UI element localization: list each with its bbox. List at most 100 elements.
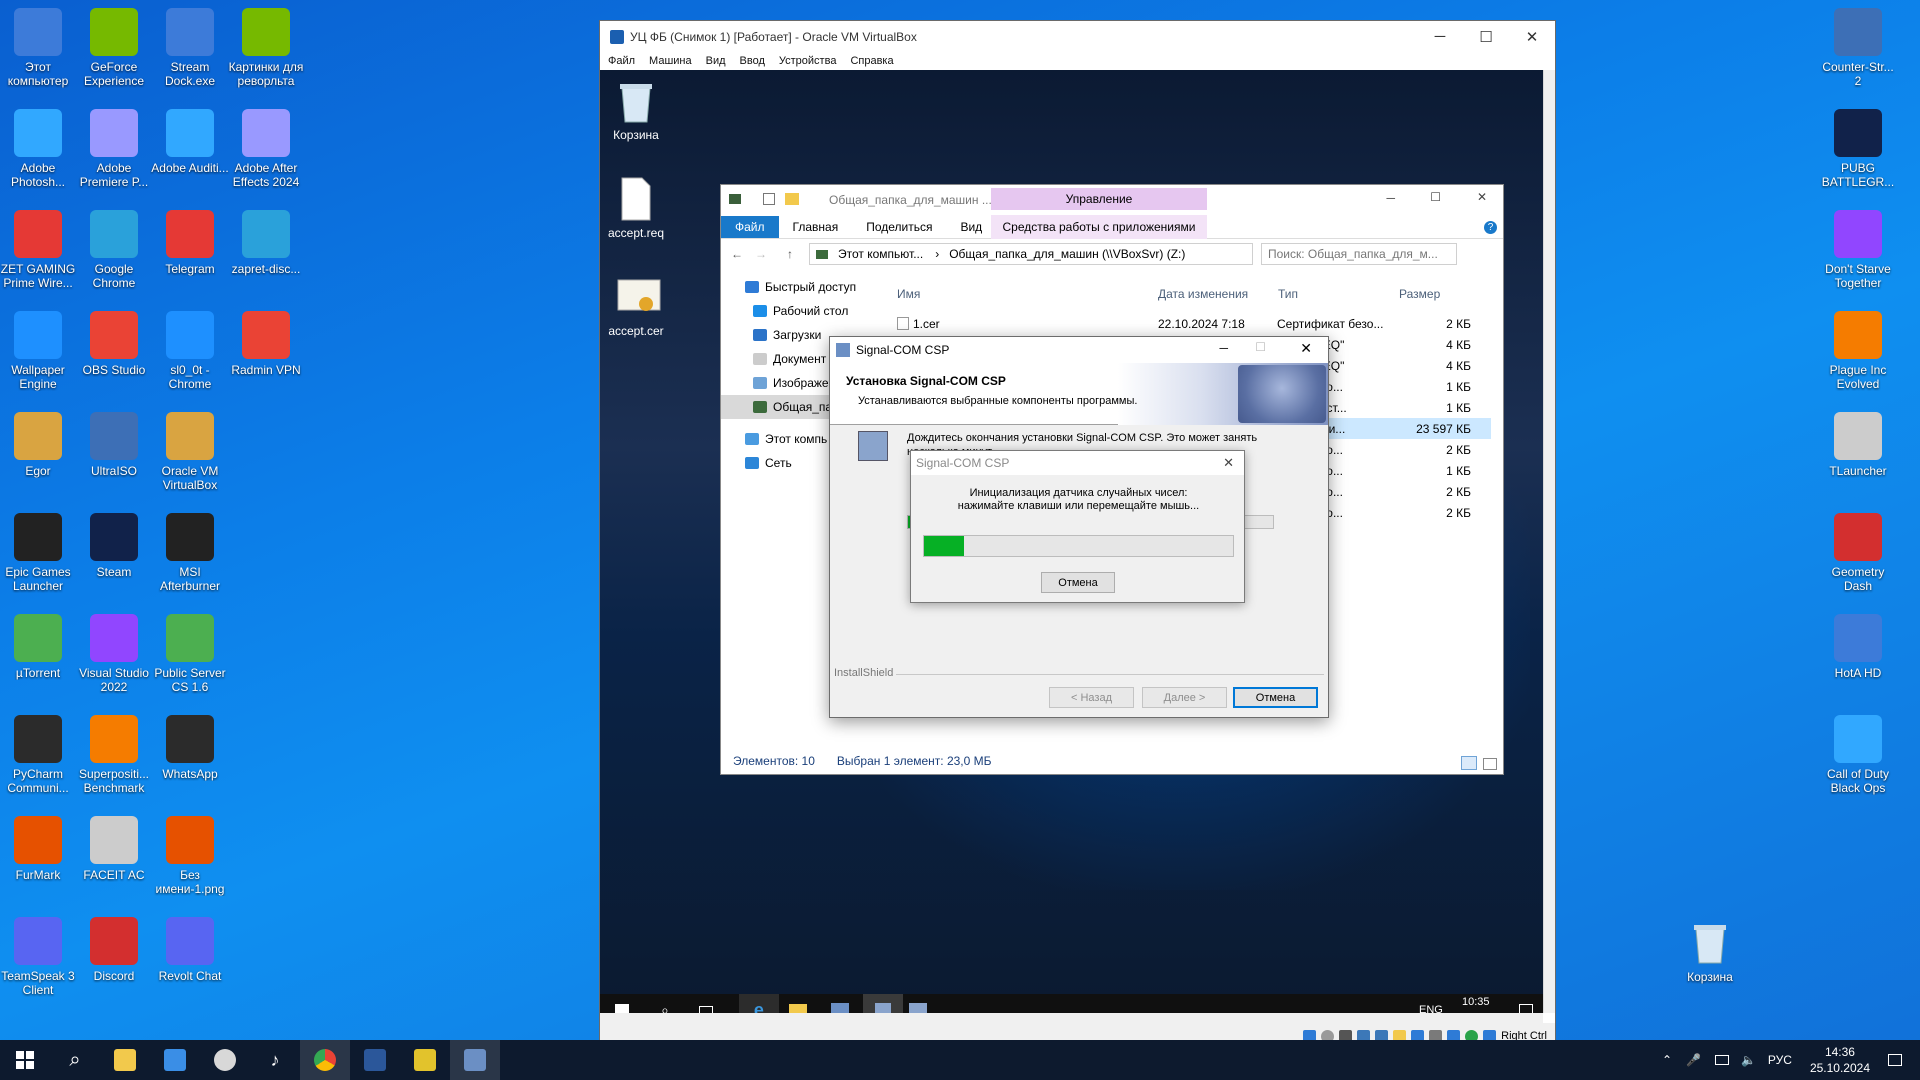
- microphone-icon[interactable]: 🎤: [1686, 1053, 1701, 1067]
- tab-view[interactable]: Вид: [946, 216, 996, 238]
- guest-tray-time[interactable]: 10:35: [1462, 996, 1490, 1008]
- start-icon[interactable]: [615, 1003, 629, 1013]
- forward-arrow-icon[interactable]: →: [755, 247, 771, 261]
- close-button[interactable]: ✕: [1509, 21, 1555, 52]
- signal-taskbar-icon[interactable]: [862, 994, 903, 1013]
- taskbar-explorer[interactable]: [100, 1040, 150, 1080]
- desktop-icon[interactable]: Plague Inc Evolved: [1818, 305, 1898, 401]
- desktop-icon[interactable]: OBS Studio: [74, 305, 154, 401]
- desktop-icon[interactable]: Superpositi... Benchmark: [74, 709, 154, 805]
- properties-icon[interactable]: [763, 193, 775, 205]
- guest-tray-lang[interactable]: ENG: [1419, 1004, 1443, 1013]
- task-view-icon[interactable]: [698, 1005, 713, 1013]
- address-bar[interactable]: Этот компьют... › Общая_папка_для_машин …: [809, 243, 1253, 265]
- rng-cancel-button[interactable]: Отмена: [1041, 572, 1115, 593]
- desktop-icon[interactable]: TLauncher: [1818, 406, 1898, 502]
- desktop-icon[interactable]: MSI Afterburner: [150, 507, 230, 603]
- taskbar-word[interactable]: [350, 1040, 400, 1080]
- desktop-icon[interactable]: Без имени-1.png: [150, 810, 230, 906]
- column-name[interactable]: Имя: [897, 287, 920, 307]
- taskbar-app-2[interactable]: [150, 1040, 200, 1080]
- desktop-icon[interactable]: FurMark: [0, 810, 78, 906]
- desktop-icon[interactable]: Telegram: [150, 204, 230, 300]
- start-button[interactable]: [0, 1040, 50, 1080]
- vertical-scrollbar[interactable]: [1543, 70, 1555, 1013]
- desktop-icon-recycle-bin[interactable]: Корзина: [1670, 912, 1750, 1008]
- guest-icon-recycle-bin[interactable]: Корзина: [600, 78, 674, 142]
- column-size[interactable]: Размер: [1399, 287, 1440, 307]
- menu-machine[interactable]: Машина: [649, 55, 692, 67]
- desktop-icon[interactable]: Egor: [0, 406, 78, 502]
- back-arrow-icon[interactable]: ←: [731, 247, 747, 261]
- menu-devices[interactable]: Устройства: [779, 55, 837, 67]
- desktop-icon[interactable]: Wallpaper Engine: [0, 305, 78, 401]
- menu-view[interactable]: Вид: [706, 55, 726, 67]
- desktop-icon[interactable]: Public Server CS 1.6: [150, 608, 230, 704]
- tray-chevron-icon[interactable]: ⌃: [1662, 1053, 1672, 1067]
- desktop-icon[interactable]: sl0_0t - Chrome: [150, 305, 230, 401]
- clock[interactable]: 14:36 25.10.2024: [1810, 1044, 1870, 1076]
- maximize-button[interactable]: ☐: [1255, 340, 1266, 354]
- taskbar-chrome[interactable]: [300, 1040, 350, 1080]
- desktop-icon[interactable]: ZET GAMING Prime Wire...: [0, 204, 78, 300]
- desktop-icon[interactable]: Geometry Dash: [1818, 507, 1898, 603]
- desktop-icon[interactable]: Adobe Auditi...: [150, 103, 230, 199]
- desktop-icon[interactable]: WhatsApp: [150, 709, 230, 805]
- quick-access-toolbar-icon[interactable]: [729, 194, 741, 204]
- next-button[interactable]: Далее >: [1142, 687, 1227, 708]
- tab-home[interactable]: Главная: [779, 216, 853, 238]
- taskbar-app-9[interactable]: [400, 1040, 450, 1080]
- desktop-icon[interactable]: Oracle VM VirtualBox: [150, 406, 230, 502]
- desktop-icon[interactable]: FACEIT AC: [74, 810, 154, 906]
- signal-taskbar-icon-2[interactable]: [908, 1002, 927, 1013]
- folder-icon[interactable]: [785, 193, 799, 205]
- desktop-icon[interactable]: Google Chrome: [74, 204, 154, 300]
- menu-input[interactable]: Ввод: [740, 55, 765, 67]
- desktop-icon[interactable]: Call of Duty Black Ops: [1818, 709, 1898, 805]
- desktop-icon[interactable]: Counter-Str... 2: [1818, 2, 1898, 98]
- menu-file[interactable]: Файл: [608, 55, 635, 67]
- desktop-icon[interactable]: Radmin VPN: [226, 305, 306, 401]
- desktop-icon[interactable]: Adobe After Effects 2024: [226, 103, 306, 199]
- desktop-icon[interactable]: PUBG BATTLEGR...: [1818, 103, 1898, 199]
- desktop-icon[interactable]: Картинки для реворльта: [226, 2, 306, 98]
- installer-taskbar-icon[interactable]: [830, 1002, 849, 1013]
- search-input[interactable]: Поиск: Общая_папка_для_м...: [1261, 243, 1457, 265]
- guest-icon-accept-cer[interactable]: accept.cer: [600, 274, 674, 338]
- minimize-button[interactable]: ─: [1417, 21, 1463, 52]
- desktop-icon[interactable]: Revolt Chat: [150, 911, 230, 1007]
- tab-share[interactable]: Поделиться: [852, 216, 946, 238]
- breadcrumb-share[interactable]: Общая_папка_для_машин (\\VBoxSvr) (Z:): [949, 247, 1185, 261]
- column-type[interactable]: Тип: [1278, 287, 1298, 307]
- nav-desktop[interactable]: Рабочий стол: [721, 299, 881, 323]
- language-indicator[interactable]: РУС: [1768, 1053, 1792, 1067]
- search-icon[interactable]: ⌕: [661, 1002, 669, 1013]
- desktop-icon[interactable]: Visual Studio 2022: [74, 608, 154, 704]
- back-button[interactable]: < Назад: [1049, 687, 1134, 708]
- desktop-icon[interactable]: GeForce Experience: [74, 2, 154, 98]
- help-icon[interactable]: ?: [1484, 221, 1497, 234]
- tiles-view-icon[interactable]: [1483, 758, 1497, 770]
- desktop-icon[interactable]: Steam: [74, 507, 154, 603]
- desktop-icon[interactable]: TeamSpeak 3 Client: [0, 911, 78, 1007]
- desktop-icon[interactable]: Epic Games Launcher: [0, 507, 78, 603]
- nav-quick-access[interactable]: Быстрый доступ: [721, 275, 881, 299]
- close-button[interactable]: ✕: [1477, 190, 1487, 204]
- file-row[interactable]: 1.cer 22.10.2024 7:18 Сертификат безо... 2 …: [881, 313, 1491, 334]
- tab-file[interactable]: Файл: [721, 216, 779, 238]
- edge-icon[interactable]: e: [738, 994, 779, 1013]
- desktop-icon[interactable]: Don't Starve Together: [1818, 204, 1898, 300]
- desktop-icon[interactable]: µTorrent: [0, 608, 78, 704]
- ribbon-context-header[interactable]: Управление: [991, 188, 1207, 210]
- network-icon[interactable]: [1714, 1055, 1729, 1065]
- minimize-button[interactable]: ─: [1386, 191, 1395, 205]
- up-arrow-icon[interactable]: ↑: [787, 247, 803, 261]
- taskbar-app-3[interactable]: [200, 1040, 250, 1080]
- desktop-icon[interactable]: UltraISO: [74, 406, 154, 502]
- desktop-icon[interactable]: Stream Dock.exe: [150, 2, 230, 98]
- desktop-icon[interactable]: Discord: [74, 911, 154, 1007]
- desktop-icon[interactable]: PyCharm Communi...: [0, 709, 78, 805]
- taskbar-virtualbox[interactable]: [450, 1040, 500, 1080]
- desktop-icon[interactable]: HotA HD: [1818, 608, 1898, 704]
- horizontal-scrollbar[interactable]: [600, 1013, 1543, 1023]
